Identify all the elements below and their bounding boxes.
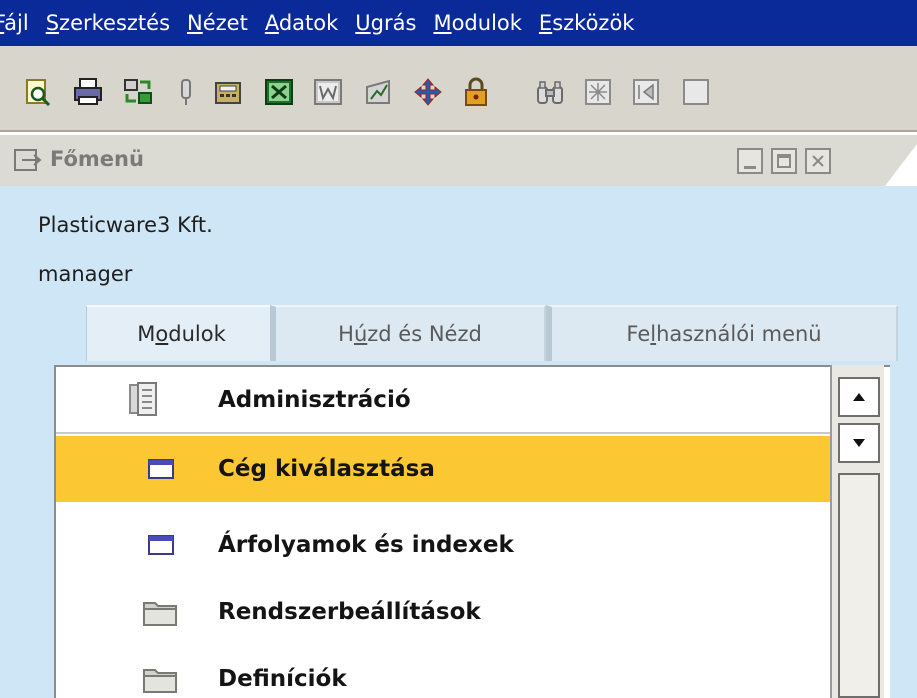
tree-node-administration[interactable]: Adminisztráció (56, 367, 832, 434)
scroll-track[interactable] (838, 473, 880, 698)
user-name: manager (38, 262, 133, 286)
tree-item-definitions[interactable]: Definíciók (56, 646, 832, 698)
binoculars-icon[interactable] (534, 76, 566, 108)
lock-icon[interactable] (460, 76, 492, 108)
minimize-button[interactable] (737, 148, 763, 174)
word-icon[interactable] (312, 76, 344, 108)
folder-icon (142, 597, 178, 627)
window-title-bar: Főmenü (0, 134, 917, 186)
tree-item-label: Rendszerbeállítások (218, 599, 481, 625)
close-button[interactable] (805, 148, 831, 174)
toolbar (0, 46, 917, 132)
tree-item-label: Árfolyamok és indexek (218, 532, 514, 558)
menu-bar: Fájl Szerkesztés Nézet Adatok Ugrás Modu… (0, 0, 917, 46)
excel-icon[interactable] (263, 76, 295, 108)
module-tree: Adminisztráció Cég kiválasztása Árfolyam… (54, 365, 890, 698)
menu-data[interactable]: Adatok (265, 0, 355, 46)
tree-item-exchange-rates[interactable]: Árfolyamok és indexek (56, 512, 832, 578)
window-icon (148, 459, 174, 479)
scroll-up-button[interactable] (838, 377, 880, 417)
tab-user-menu[interactable]: Fe l használói menü (546, 305, 898, 361)
menu-tools[interactable]: Eszközök (539, 0, 652, 46)
tree-item-label: Cég kiválasztása (218, 456, 435, 482)
tree-node-label: Adminisztráció (218, 386, 411, 413)
grid-icon[interactable] (582, 76, 614, 108)
maximize-button[interactable] (771, 148, 797, 174)
module-icon (128, 381, 162, 417)
sap-main-window: Fájl Szerkesztés Nézet Adatok Ugrás Modu… (0, 0, 917, 698)
folder-icon (142, 664, 178, 694)
company-name: Plasticware3 Kft. (38, 213, 213, 237)
print-icon[interactable] (72, 76, 104, 108)
menu-file[interactable]: Fájl (0, 0, 46, 46)
tree-item-system-settings[interactable]: Rendszerbeállítások (56, 579, 832, 645)
tab-drag-and-view[interactable]: Hú zd és Nézd (270, 305, 546, 361)
calculator-icon[interactable] (212, 76, 244, 108)
navigate-icon[interactable] (412, 76, 444, 108)
scroll-down-button[interactable] (838, 423, 880, 463)
transfer-icon[interactable] (122, 76, 154, 108)
pin-icon[interactable] (170, 76, 202, 108)
menu-edit[interactable]: Szerkesztés (46, 0, 187, 46)
menu-goto[interactable]: Ugrás (355, 0, 433, 46)
title-bar-decoration (885, 144, 917, 186)
menu-modules[interactable]: Modulok (433, 0, 538, 46)
tree-item-company-select[interactable]: Cég kiválasztása (56, 436, 832, 502)
tree-item-label: Definíciók (218, 666, 347, 692)
vertical-scrollbar[interactable] (830, 365, 884, 698)
rewind-icon[interactable] (630, 76, 662, 108)
tab-modules[interactable]: Mo dulok (86, 305, 276, 361)
window-title: Főmenü (50, 147, 144, 171)
print-preview-icon[interactable] (22, 76, 54, 108)
more-icon[interactable] (680, 76, 712, 108)
chart-icon[interactable] (362, 76, 394, 108)
menu-folder-icon (14, 149, 42, 171)
arrow-down-icon (853, 439, 865, 447)
window-icon (148, 535, 174, 555)
arrow-up-icon (853, 393, 865, 401)
menu-view[interactable]: Nézet (187, 0, 265, 46)
